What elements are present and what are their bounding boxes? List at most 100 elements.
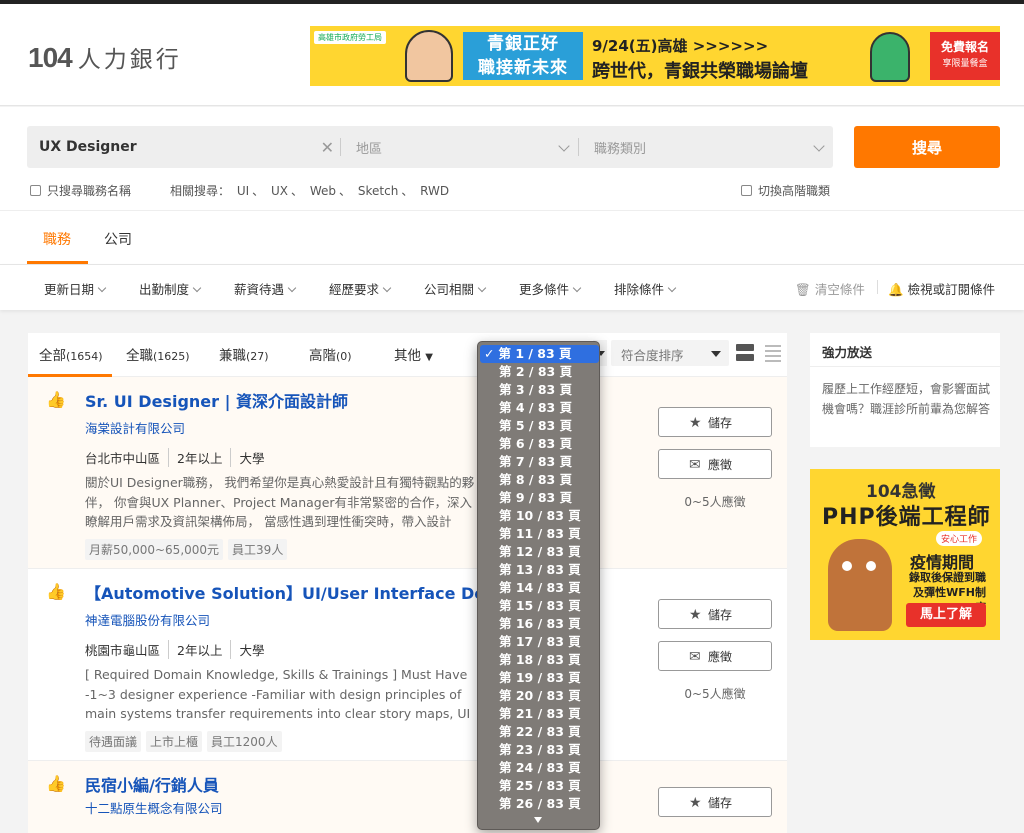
page-option[interactable]: 第 19 / 83 頁 [480, 669, 599, 687]
related-link-ux[interactable]: UX [271, 184, 288, 198]
chevron-down-icon [558, 140, 570, 152]
save-button[interactable]: ★ 儲存 [658, 599, 772, 629]
page-option[interactable]: 第 10 / 83 頁 [480, 507, 599, 525]
page-option[interactable]: 第 12 / 83 頁 [480, 543, 599, 561]
area-select[interactable]: 地區 [341, 126, 578, 168]
filter-experience[interactable]: 經歷要求 [329, 279, 392, 298]
ad-cta-button[interactable]: 馬上了解 [906, 603, 986, 627]
filter-label: 薪資待遇 [234, 282, 285, 297]
apply-button[interactable]: ✉ 應徵 [658, 449, 772, 479]
page-option[interactable]: 第 7 / 83 頁 [480, 453, 599, 471]
subtab-label: 高階 [309, 348, 336, 364]
page-option[interactable]: 第 11 / 83 頁 [480, 525, 599, 543]
company-name[interactable]: 十二點原生概念有限公司 [85, 798, 223, 817]
scroll-down-arrow-icon[interactable] [534, 817, 542, 823]
only-title-checkbox[interactable] [30, 185, 41, 196]
job-title[interactable]: 民宿小編/行銷人員 [85, 772, 525, 796]
company-name[interactable]: 神達電腦股份有限公司 [85, 610, 210, 629]
related-link-web[interactable]: Web [310, 184, 336, 198]
page-option[interactable]: 第 22 / 83 頁 [480, 723, 599, 741]
category-select[interactable]: 職務類別 [579, 126, 833, 168]
page-select-dropdown[interactable]: ✓ 第 1 / 83 頁第 2 / 83 頁第 3 / 83 頁第 4 / 83 … [477, 341, 600, 830]
side-ad-banner[interactable]: 104急徵 PHP後端工程師 安心工作 疫情期間 錄取後保證到職及彈性WFH制度… [810, 469, 1000, 640]
subtab-parttime[interactable]: 兼職(27) [219, 344, 269, 364]
sort-select[interactable]: 符合度排序 [611, 340, 729, 366]
subtab-count: (1654) [66, 350, 103, 363]
page-option[interactable]: 第 26 / 83 頁 [480, 795, 599, 813]
subscribe-button[interactable]: 🔔 檢視或訂閱條件 [888, 279, 995, 298]
related-sep: 、 [252, 184, 265, 198]
tab-jobs[interactable]: 職務 [43, 229, 71, 249]
chevron-down-icon [287, 283, 297, 293]
save-button[interactable]: ★ 儲存 [658, 407, 772, 437]
clear-keyword-icon[interactable]: ✕ [321, 138, 334, 157]
job-card[interactable]: 👍 民宿小編/行銷人員 十二點原生概念有限公司 ★ 儲存 [28, 761, 787, 833]
filter-exclude[interactable]: 排除條件 [614, 279, 677, 298]
filter-salary[interactable]: 薪資待遇 [234, 279, 297, 298]
page-option[interactable]: 第 8 / 83 頁 [480, 471, 599, 489]
job-title[interactable]: Sr. UI Designer | 資深介面設計師 [85, 388, 525, 412]
job-meta: 桃園市龜山區 2年以上 大學 [85, 640, 272, 659]
promo-link[interactable]: 履歷上工作經歷短，會影響面試機會嗎？職涯診所前輩為您解答 [822, 379, 992, 419]
subtab-all[interactable]: 全部(1654) [39, 344, 103, 364]
senior-label: 切換高階職類 [758, 184, 831, 198]
divider [810, 366, 1000, 367]
page-option[interactable]: 第 16 / 83 頁 [480, 615, 599, 633]
page-option[interactable]: 第 13 / 83 頁 [480, 561, 599, 579]
only-title-option[interactable]: 只搜尋職務名稱 [30, 182, 131, 199]
page-option[interactable]: 第 4 / 83 頁 [480, 399, 599, 417]
job-list-panel: 全部(1654) 全職(1625) 兼職(27) 高階(0) 其他 ▼ 符合度排… [28, 333, 787, 833]
job-title[interactable]: 【Automotive Solution】UI/User Interface D… [85, 580, 525, 604]
related-sep: 、 [401, 184, 414, 198]
page-option[interactable]: 第 2 / 83 頁 [480, 363, 599, 381]
search-panel: UX Designer ✕ 地區 職務類別 搜尋 只搜尋職務名稱 相關搜尋： U… [0, 107, 1024, 210]
related-link-rwd[interactable]: RWD [420, 184, 449, 198]
page-option[interactable]: 第 25 / 83 頁 [480, 777, 599, 795]
page-option[interactable]: 第 23 / 83 頁 [480, 741, 599, 759]
page-option[interactable]: 第 15 / 83 頁 [480, 597, 599, 615]
page-option[interactable]: 第 18 / 83 頁 [480, 651, 599, 669]
subtab-label: 兼職 [219, 348, 246, 364]
search-button[interactable]: 搜尋 [854, 126, 1000, 168]
filter-bar: 更新日期 出勤制度 薪資待遇 經歷要求 公司相關 更多條件 排除條件 🗑 清空條… [0, 264, 1024, 310]
subtab-senior[interactable]: 高階(0) [309, 344, 352, 364]
subtab-fulltime[interactable]: 全職(1625) [126, 344, 190, 364]
card-view-icon[interactable] [736, 344, 754, 362]
filter-more[interactable]: 更多條件 [519, 279, 582, 298]
filter-update-date[interactable]: 更新日期 [44, 279, 107, 298]
keyword-input[interactable]: UX Designer ✕ [27, 126, 340, 168]
filter-attendance[interactable]: 出勤制度 [139, 279, 202, 298]
banner-cta[interactable]: 免費報名 享限量餐盒 [930, 32, 1000, 80]
related-link-sketch[interactable]: Sketch [358, 184, 398, 198]
page-option[interactable]: 第 21 / 83 頁 [480, 705, 599, 723]
page-option-selected[interactable]: ✓ 第 1 / 83 頁 [480, 345, 599, 363]
divider [877, 280, 878, 294]
filter-label: 更多條件 [519, 282, 570, 297]
senior-checkbox[interactable] [741, 185, 752, 196]
page-option[interactable]: 第 9 / 83 頁 [480, 489, 599, 507]
company-name[interactable]: 海棠設計有限公司 [85, 418, 185, 437]
apply-button[interactable]: ✉ 應徵 [658, 641, 772, 671]
page-option[interactable]: 第 14 / 83 頁 [480, 579, 599, 597]
save-button[interactable]: ★ 儲存 [658, 787, 772, 817]
top-ad-banner[interactable]: 高雄市政府勞工局 青銀正好 職接新未來 9/24(五)高雄 >>>>>> 跨世代… [310, 26, 1000, 86]
page-option[interactable]: 第 20 / 83 頁 [480, 687, 599, 705]
page-option[interactable]: 第 24 / 83 頁 [480, 759, 599, 777]
subtab-other[interactable]: 其他 ▼ [394, 344, 433, 364]
related-link-ui[interactable]: UI [237, 184, 249, 198]
site-logo[interactable]: 104 人力銀行 [28, 40, 182, 74]
page-option[interactable]: 第 6 / 83 頁 [480, 435, 599, 453]
senior-toggle-option[interactable]: 切換高階職類 [741, 182, 830, 199]
filter-company[interactable]: 公司相關 [424, 279, 487, 298]
clear-filters-button[interactable]: 🗑 清空條件 [795, 279, 865, 298]
job-card[interactable]: 👍 【Automotive Solution】UI/User Interface… [28, 569, 787, 761]
job-card[interactable]: 👍 Sr. UI Designer | 資深介面設計師 海棠設計有限公司 台北市… [28, 377, 787, 569]
page-option[interactable]: 第 3 / 83 頁 [480, 381, 599, 399]
chevron-down-icon [667, 283, 677, 293]
list-view-icon[interactable] [765, 345, 783, 363]
tab-company[interactable]: 公司 [104, 229, 132, 249]
page-option[interactable]: 第 5 / 83 頁 [480, 417, 599, 435]
save-label: 儲存 [707, 795, 732, 810]
page-option[interactable]: 第 17 / 83 頁 [480, 633, 599, 651]
job-experience: 2年以上 [168, 640, 230, 659]
